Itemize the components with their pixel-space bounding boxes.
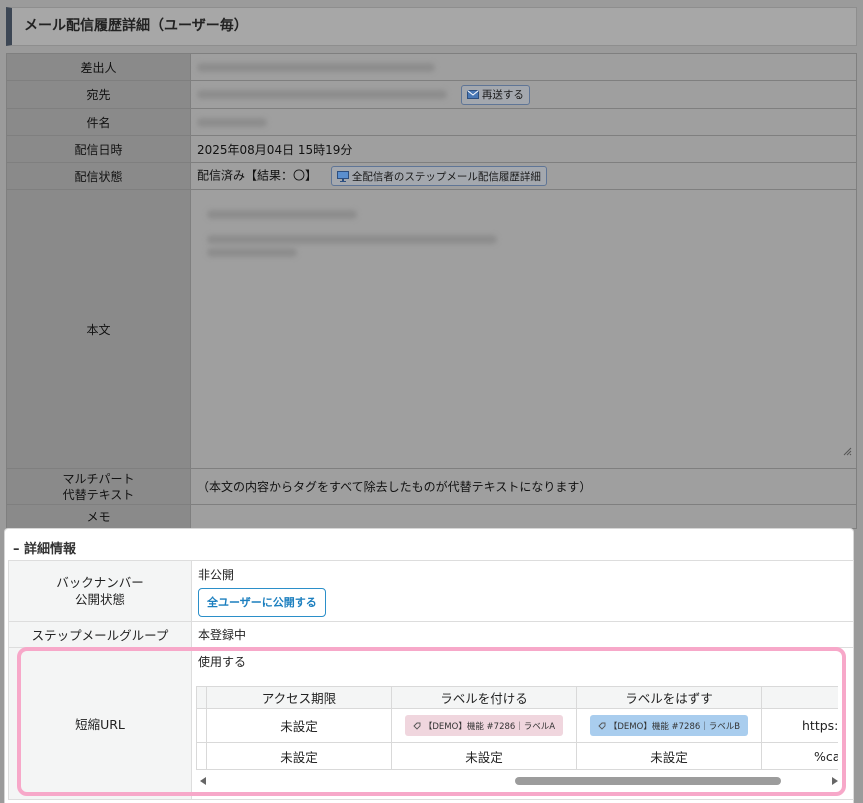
subject-value xyxy=(190,108,857,136)
backnumber-value: 非公開 xyxy=(198,567,235,582)
row-stub xyxy=(196,708,207,743)
remove-label-cell: 【DEMO】機能 #7286｜ラベルB xyxy=(576,708,762,743)
multipart-label-line-1: マルチパート xyxy=(62,471,135,486)
blurred-sender-address xyxy=(197,63,435,72)
blurred-body-line-1 xyxy=(207,210,357,219)
tag-icon xyxy=(598,722,606,730)
backnumber-label-line-2: 公開状態 xyxy=(74,592,125,607)
detail-info-heading[interactable]: – 詳細情報 xyxy=(13,538,76,557)
access-limit-cell: 未設定 xyxy=(206,742,392,770)
sent-at-label: 配信日時 xyxy=(6,135,191,163)
body-textarea[interactable] xyxy=(190,189,857,469)
url-value: %ca xyxy=(814,748,838,764)
status-value: 配信済み【結果：〇】 xyxy=(197,168,318,183)
backnumber-value-cell: 非公開 全ユーザーに公開する xyxy=(191,560,854,622)
envelope-icon xyxy=(466,90,479,99)
scroll-right-arrow-icon[interactable] xyxy=(832,777,838,785)
table-row: 未設定 【DEMO】機能 #7286｜ラベルA 【DEMO】機能 #7286｜ラ… xyxy=(196,708,838,743)
blurred-body-line-2 xyxy=(207,235,497,244)
blurred-subject xyxy=(197,118,267,127)
scrollbar-thumb[interactable] xyxy=(515,777,781,785)
subject-label: 件名 xyxy=(6,108,191,136)
sender-value xyxy=(190,53,857,81)
url-cell: %ca xyxy=(761,742,838,770)
backnumber-label: バックナンバー 公開状態 xyxy=(8,560,192,622)
mail-detail-table: 差出人 宛先 再送する 件名 配信日時 2025年08月04日 15時19分 配… xyxy=(6,53,857,529)
access-limit-cell: 未設定 xyxy=(206,708,392,743)
horizontal-scrollbar[interactable] xyxy=(196,775,838,787)
col-header-remove-label: ラベルをはずす xyxy=(576,686,762,709)
remove-label-cell: 未設定 xyxy=(576,742,762,770)
memo-value xyxy=(190,504,857,529)
multipart-label-line-2: 代替テキスト xyxy=(62,487,135,502)
status-label: 配信状態 xyxy=(6,162,191,190)
blurred-body-line-3 xyxy=(207,248,297,257)
status-cell: 配信済み【結果：〇】 全配信者のステップメール配信履歴詳細 xyxy=(190,162,857,190)
monitor-icon xyxy=(336,170,349,182)
col-header-url xyxy=(761,686,838,709)
step-group-value: 本登録中 xyxy=(191,621,854,648)
step-group-label: ステップメールグループ xyxy=(8,621,192,648)
short-url-table: アクセス期限 ラベルを付ける ラベルをはずす 未設定 【DEMO】機能 #728… xyxy=(196,686,838,770)
col-header-add-label: ラベルを付ける xyxy=(391,686,577,709)
url-value: https:/ xyxy=(802,718,838,733)
step-history-label: 全配信者のステップメール配信履歴詳細 xyxy=(351,170,541,183)
short-url-header-row: アクセス期限 ラベルを付ける ラベルをはずす xyxy=(196,686,838,709)
label-tag-b-text: 【DEMO】機能 #7286｜ラベルB xyxy=(608,721,741,732)
short-url-value: 使用する xyxy=(198,655,247,669)
add-label-cell: 未設定 xyxy=(391,742,577,770)
label-tag-a-text: 【DEMO】機能 #7286｜ラベルA xyxy=(423,721,556,732)
col-header-access: アクセス期限 xyxy=(206,686,392,709)
row-stub xyxy=(196,686,207,709)
url-cell: https:/ xyxy=(761,708,838,743)
page-title: メール配信履歴詳細（ユーザー毎） xyxy=(6,7,857,46)
multipart-value: （本文の内容からタグをすべて除去したものが代替テキストになります） xyxy=(190,468,857,505)
table-row: 未設定 未設定 未設定 %ca xyxy=(196,742,838,770)
row-stub xyxy=(196,742,207,770)
body-label: 本文 xyxy=(6,189,191,469)
publish-all-users-button[interactable]: 全ユーザーに公開する xyxy=(198,587,326,617)
recipient-value: 再送する xyxy=(190,80,857,109)
sender-label: 差出人 xyxy=(6,53,191,81)
step-history-button[interactable]: 全配信者のステップメール配信履歴詳細 xyxy=(330,166,547,186)
label-tag-a[interactable]: 【DEMO】機能 #7286｜ラベルA xyxy=(404,715,564,736)
memo-label: メモ xyxy=(6,504,191,529)
short-url-label: 短縮URL xyxy=(8,647,192,800)
resend-label: 再送する xyxy=(481,89,524,101)
backnumber-label-line-1: バックナンバー xyxy=(56,575,144,590)
scroll-left-arrow-icon[interactable] xyxy=(200,777,206,785)
resend-button[interactable]: 再送する xyxy=(460,84,530,105)
short-url-table-scroll[interactable]: アクセス期限 ラベルを付ける ラベルをはずす 未設定 【DEMO】機能 #728… xyxy=(196,686,838,770)
multipart-label: マルチパート 代替テキスト xyxy=(6,468,191,505)
label-tag-b[interactable]: 【DEMO】機能 #7286｜ラベルB xyxy=(589,715,749,736)
recipient-label: 宛先 xyxy=(6,80,191,109)
blurred-recipient-address xyxy=(197,90,447,99)
tag-icon xyxy=(413,722,421,730)
add-label-cell: 【DEMO】機能 #7286｜ラベルA xyxy=(391,708,577,743)
sent-at-value: 2025年08月04日 15時19分 xyxy=(190,135,857,163)
resize-grip-icon[interactable] xyxy=(842,446,852,456)
